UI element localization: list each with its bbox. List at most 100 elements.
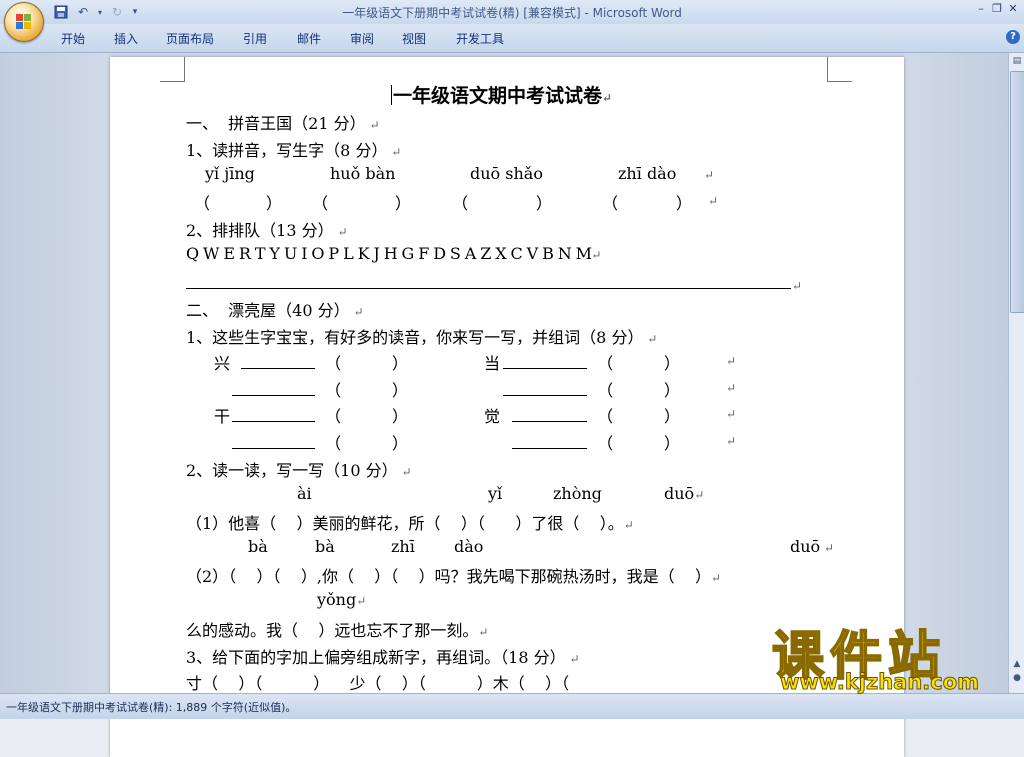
tab-view[interactable]: 视图	[402, 30, 426, 47]
tab-review[interactable]: 审阅	[350, 30, 374, 47]
paragraph-mark: ↵	[356, 594, 367, 608]
close-icon[interactable]: ✕	[1006, 2, 1020, 16]
paragraph-mark: ↵	[397, 465, 412, 479]
answer-paren: （	[452, 194, 469, 213]
letter-sequence: Q W E R T Y U I O P L K J H G F D S A Z …	[186, 244, 601, 263]
restore-icon[interactable]: ❐	[990, 2, 1004, 16]
answer-line	[186, 288, 791, 289]
blank-row-3-right: （ ）	[512, 403, 680, 427]
crop-mark-top-right	[827, 57, 852, 82]
pinyin-2: huǒ bàn	[330, 164, 396, 183]
section-1-text: 一、 拼音王国（21 分）	[186, 114, 366, 133]
paragraph-mark: ↵	[623, 518, 634, 532]
answer-paren: （	[602, 194, 619, 213]
pinyin-yong: yǒng↵	[317, 590, 366, 609]
paragraph-mark: ↵	[726, 407, 737, 421]
paragraph-mark: ↵	[726, 381, 737, 395]
letter-sequence-text: Q W E R T Y U I O P L K J H G F D S A Z …	[186, 244, 592, 263]
pinyin-duo-2: duō ↵	[790, 537, 834, 556]
question-3-text: 1、这些生字宝宝，有好多的读音，你来写一写，并组词（8 分）	[186, 328, 644, 347]
answer-paren: ）	[536, 194, 553, 213]
crop-mark-top-left	[160, 57, 185, 82]
sentence-2: （2）（ ）（ ）,你（ ）（ ）吗？我先喝下那碗热汤时，我是（ ）↵	[186, 563, 721, 587]
pinyin-duo: duō↵	[664, 484, 704, 503]
sentence-3-text: 么的感动。我（ ）远也忘不了那一刻。	[186, 621, 479, 640]
pinyin-dao: dào	[454, 537, 484, 556]
tab-references[interactable]: 引用	[243, 30, 267, 47]
blank-row-2-left: （ ）	[232, 377, 408, 401]
paragraph-mark: ↵	[478, 625, 489, 639]
pinyin-duo-text: duō	[664, 484, 695, 503]
help-icon[interactable]: ?	[1006, 30, 1020, 44]
paragraph-mark: ↵	[602, 91, 613, 105]
answer-paren: （	[194, 194, 211, 213]
question-2: 2、排排队（13 分） ↵	[186, 217, 348, 241]
office-button[interactable]	[4, 2, 44, 42]
tab-home[interactable]: 开始	[61, 30, 85, 47]
tab-page-layout[interactable]: 页面布局	[166, 30, 214, 47]
office-logo-icon	[16, 14, 31, 29]
answer-paren: ）	[676, 194, 693, 213]
sentence-1: （1）他喜（ ）美丽的鲜花，所（ ）（ ）了很（ ）。↵	[186, 510, 634, 534]
window-controls: – ❐ ✕	[974, 2, 1020, 16]
ruler-toggle-icon[interactable]: ▤	[1011, 56, 1023, 68]
paragraph-mark: ↵	[349, 305, 364, 319]
section-2-text: 二、 漂亮屋（40 分）	[186, 301, 350, 320]
question-5: 3、给下面的字加上偏旁组成新字，再组词。（18 分） ↵	[186, 644, 580, 668]
document-name: 一年级语文下册期中考试试卷(精) [兼容模式] -	[342, 6, 593, 20]
text-cursor	[391, 85, 392, 105]
watermark-logo: 课件站 www.kjzhan.com	[771, 614, 1012, 695]
paragraph-mark: ↵	[694, 488, 705, 502]
minimize-icon[interactable]: –	[974, 2, 988, 16]
blank-row-1-left: （ ）	[241, 350, 408, 374]
scrollbar-thumb[interactable]	[1010, 71, 1024, 313]
paragraph-mark: ↵	[643, 332, 658, 346]
answer-paren: （	[312, 194, 329, 213]
question-5-text: 3、给下面的字加上偏旁组成新字，再组词。（18 分）	[186, 648, 566, 667]
tab-mailings[interactable]: 邮件	[297, 30, 321, 47]
window-title: 一年级语文下册期中考试试卷(精) [兼容模式] - Microsoft Word	[0, 4, 1024, 21]
paragraph-mark: ↵	[792, 279, 803, 293]
blank-row-4-right: （ ）	[512, 430, 680, 454]
vertical-scrollbar[interactable]: ▤ ▲ ●	[1008, 53, 1024, 693]
document-area: 一年级语文期中考试试卷↵ 一、 拼音王国（21 分） ↵ 1、读拼音，写生字（8…	[0, 53, 1008, 757]
pinyin-ai: ài	[297, 484, 312, 503]
section-2-heading: 二、 漂亮屋（40 分） ↵	[186, 297, 364, 321]
watermark-url: www.kjzhan.com	[779, 670, 980, 695]
blank-row-3-left: （ ）	[232, 403, 408, 427]
paragraph-mark: ↵	[365, 118, 380, 132]
question-4-text: 2、读一读，写一写（10 分）	[186, 461, 398, 480]
pinyin-zhong: zhòng	[553, 484, 602, 503]
ribbon-tabs: 开始 插入 页面布局 引用 邮件 审阅 视图 开发工具 ?	[0, 24, 1024, 53]
pinyin-duo-2-text: duō	[790, 537, 821, 556]
pinyin-yi: yǐ	[488, 484, 503, 503]
answer-paren: ）	[266, 194, 283, 213]
pinyin-4: zhī dào	[618, 164, 677, 183]
sentence-4: 寸（ ）（ ） 少（ ）（ ）木（ ）（	[186, 674, 570, 693]
answer-paren: ）	[395, 194, 412, 213]
blank-row-2-right: （ ）	[503, 377, 680, 401]
question-4: 2、读一读，写一写（10 分） ↵	[186, 457, 412, 481]
browse-object-icon[interactable]: ●	[1011, 673, 1023, 685]
polyphone-char-jue: 觉	[484, 407, 501, 426]
sentence-2-text: （2）（ ）（ ）,你（ ）（ ）吗？我先喝下那碗热汤时，我是（ ）	[186, 567, 711, 586]
question-1-text: 1、读拼音，写生字（8 分）	[186, 141, 388, 160]
question-3: 1、这些生字宝宝，有好多的读音，你来写一写，并组词（8 分） ↵	[186, 324, 657, 348]
scroll-up-icon[interactable]: ▲	[1011, 659, 1023, 671]
app-name: Microsoft Word	[592, 6, 682, 20]
tab-developer[interactable]: 开发工具	[456, 30, 504, 47]
paragraph-mark: ↵	[333, 225, 348, 239]
pinyin-yong-text: yǒng	[317, 590, 357, 609]
paragraph-mark: ↵	[726, 354, 737, 368]
paragraph-mark: ↵	[387, 145, 402, 159]
polyphone-char-dang: 当	[484, 354, 501, 373]
tab-insert[interactable]: 插入	[114, 30, 138, 47]
paragraph-mark: ↵	[726, 434, 737, 448]
title-bar: ↶ ▾ ↻ ▾ 一年级语文下册期中考试试卷(精) [兼容模式] - Micros…	[0, 0, 1024, 24]
blank-row-1-right: （ ）	[503, 350, 680, 374]
blank-row-4-left: （ ）	[232, 430, 408, 454]
paragraph-mark: ↵	[704, 168, 715, 182]
section-1-heading: 一、 拼音王国（21 分） ↵	[186, 110, 380, 134]
status-text: 一年级语文下册期中考试试卷(精): 1,889 个字符(近似值)。	[6, 701, 297, 714]
question-2-text: 2、排排队（13 分）	[186, 221, 334, 240]
